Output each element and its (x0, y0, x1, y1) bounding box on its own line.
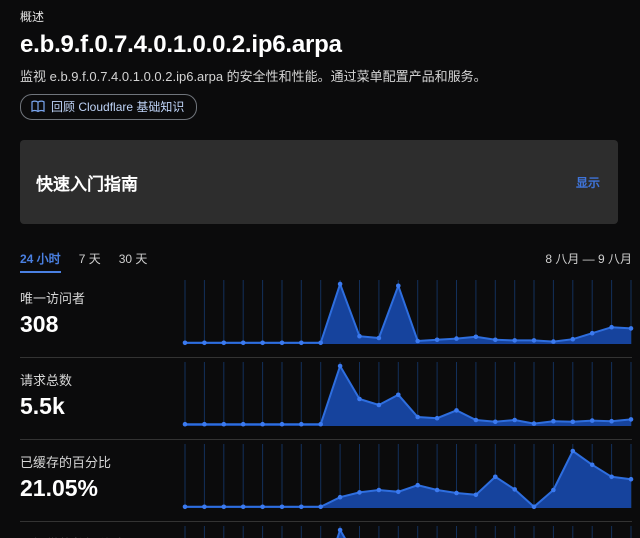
tab-30-days[interactable]: 30 天 (119, 250, 148, 273)
date-range-label: 8 八月 — 9 八月 (545, 250, 632, 267)
metric-label: 已缓存的百分比 (20, 452, 182, 471)
sparkline-svg (182, 362, 634, 430)
metric-row: 已缓存的百分比 21.05% (20, 440, 632, 522)
metric-value: 5.5k (20, 393, 182, 420)
time-range-tabs: 24 小时 7 天 30 天 (20, 250, 147, 273)
review-cloudflare-basics-button[interactable]: 回顾 Cloudflare 基础知识 (20, 94, 197, 120)
metric-row: 已提供的数据总计 (20, 522, 632, 538)
metric-value: 308 (20, 311, 182, 338)
quick-start-title: 快速入门指南 (36, 170, 138, 195)
page-title: e.b.9.f.0.7.4.0.1.0.0.2.ip6.arpa (20, 30, 632, 60)
metric-sparkline-chart (182, 276, 634, 357)
metric-info: 唯一访问者 308 (20, 276, 182, 357)
breadcrumb: 概述 (20, 8, 632, 25)
overview-page: 概述 e.b.9.f.0.7.4.0.1.0.0.2.ip6.arpa 监视 e… (0, 0, 640, 538)
sparkline-svg (182, 280, 634, 348)
sparkline-svg (182, 444, 634, 512)
metric-info: 请求总数 5.5k (20, 358, 182, 439)
book-icon (31, 100, 45, 113)
time-range-bar: 24 小时 7 天 30 天 8 八月 — 9 八月 (20, 250, 632, 270)
metric-label: 请求总数 (20, 370, 182, 389)
metric-value: 21.05% (20, 475, 182, 502)
metric-row: 唯一访问者 308 (20, 276, 632, 358)
metric-info: 已提供的数据总计 (20, 522, 182, 538)
tab-7-days[interactable]: 7 天 (79, 250, 101, 273)
metric-info: 已缓存的百分比 21.05% (20, 440, 182, 521)
metrics-list: 唯一访问者 308 请求总数 5.5k 已缓存的百分比 21.05% 已提供的数… (20, 276, 632, 538)
review-button-label: 回顾 Cloudflare 基础知识 (51, 98, 184, 115)
metric-row: 请求总数 5.5k (20, 358, 632, 440)
quick-start-show-link[interactable]: 显示 (576, 174, 600, 191)
metric-sparkline-chart (182, 440, 634, 521)
sparkline-svg (182, 526, 634, 538)
metric-label: 唯一访问者 (20, 288, 182, 307)
page-subtitle: 监视 e.b.9.f.0.7.4.0.1.0.0.2.ip6.arpa 的安全性… (20, 66, 632, 85)
metric-sparkline-chart (182, 522, 634, 538)
quick-start-card: 快速入门指南 显示 (20, 140, 618, 224)
metric-label: 已提供的数据总计 (20, 534, 182, 538)
metric-sparkline-chart (182, 358, 634, 439)
tab-24-hours[interactable]: 24 小时 (20, 250, 61, 273)
